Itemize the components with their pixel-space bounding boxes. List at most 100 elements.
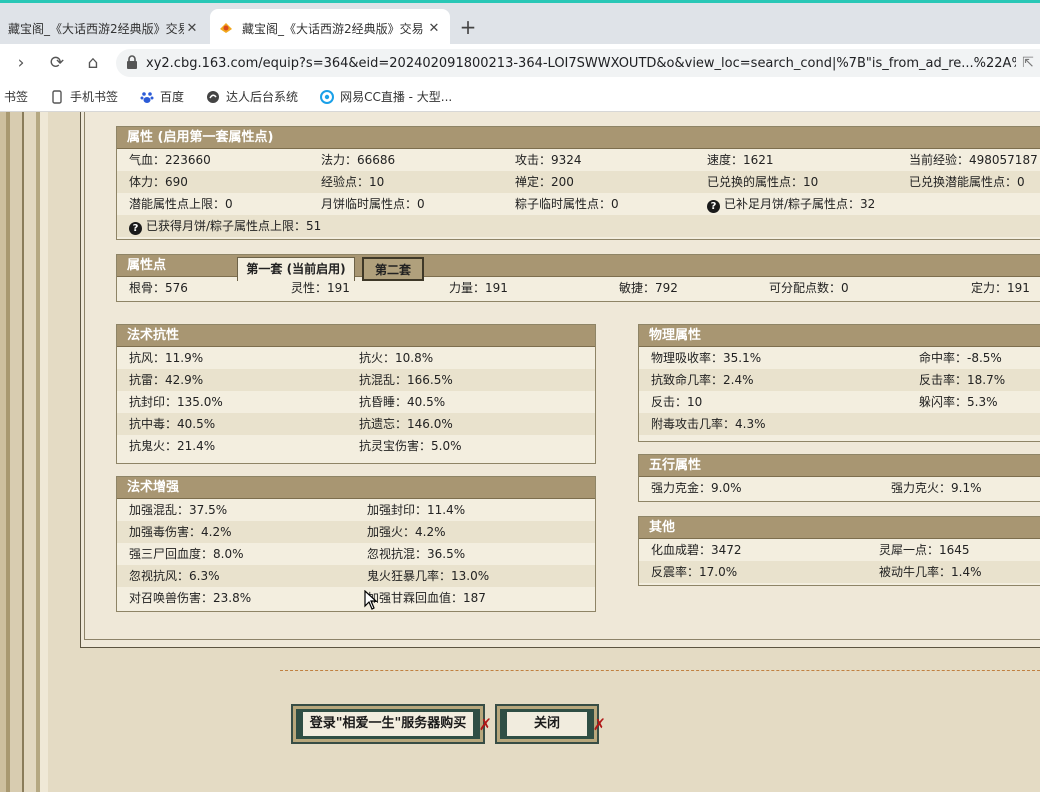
new-tab-button[interactable]: + [456,15,480,39]
attr-value: 已兑换的属性点：10 [707,175,819,189]
attributes-panel: 属性 (启用第一套属性点) 气血：223660 法力：66686 攻击：9324… [116,126,1040,240]
resist-row: 抗中毒：40.5% 抗遗忘：146.0% [117,413,595,435]
enhance-value: 加强毒伤害：4.2% [129,525,232,539]
resist-row: 抗封印：135.0% 抗昏睡：40.5% [117,391,595,413]
browser-tab-2[interactable]: 藏宝阁_《大话西游2经典版》交易 ✕ [210,9,450,47]
resist-value: 抗风：11.9% [129,351,204,365]
url-text: xy2.cbg.163.com/equip?s=364&eid=20240209… [146,55,1016,71]
close-label: 关闭 [507,712,587,736]
resist-row: 抗鬼火：21.4% 抗灵宝伤害：5.0% [117,435,595,457]
resist-row: 抗雷：42.9% 抗混乱：166.5% [117,369,595,391]
bookmark-item[interactable]: 网易CC直播 - 大型... [320,88,452,105]
resist-value: 抗雷：42.9% [129,373,204,387]
other-row: 化血成碧：3472 灵犀一点：1645 [639,539,1040,561]
physical-row: 物理吸收率：35.1% 命中率：-8.5% [639,347,1040,369]
forward-icon[interactable]: › [10,52,32,74]
resist-value: 抗遗忘：146.0% [359,417,453,431]
attributes-row: 气血：223660 法力：66686 攻击：9324 速度：1621 当前经验：… [117,149,1040,171]
attributes-row: 体力：690 经验点：10 禅定：200 已兑换的属性点：10 已兑换潜能属性点… [117,171,1040,193]
point-value: 力量：191 [449,281,508,295]
point-value: 定力：191 [971,281,1030,295]
attr-value: 速度：1621 [707,153,774,167]
bookmark-label: 达人后台系统 [226,90,299,104]
spell-resist-title: 法术抗性 [117,325,595,347]
resist-value: 抗中毒：40.5% [129,417,216,431]
bookmark-item[interactable]: 达人后台系统 [206,88,298,105]
enhance-value: 忽视抗风：6.3% [129,569,220,583]
attribute-points-title: 属性点 [127,258,167,273]
enhance-row: 加强混乱：37.5% 加强封印：11.4% [117,499,595,521]
bookmark-label: 网易CC直播 - 大型... [340,90,453,104]
close-tab-icon[interactable]: ✕ [184,21,200,36]
other-panel: 其他 化血成碧：3472 灵犀一点：1645 反震率：17.0% 被动牛几率：1.4… [638,516,1040,586]
edge-icon [206,90,220,104]
physical-value: 命中率：-8.5% [919,351,1002,365]
point-value: 根骨：576 [129,281,188,295]
other-value: 反震率：17.0% [651,565,738,579]
attr-value: 禅定：200 [515,175,574,189]
close-tab-icon[interactable]: ✕ [426,21,442,36]
physical-value: 附毒攻击几率：4.3% [651,417,766,431]
enhance-value: 加强混乱：37.5% [129,503,228,517]
bookmark-item[interactable]: 手机书签 [50,88,118,105]
cbg-favicon-icon [218,20,234,36]
close-button[interactable]: 关闭 ✗ [495,704,606,744]
attr-value: 已兑换潜能属性点：0 [909,175,1025,189]
attr-value: 气血：223660 [129,153,211,167]
enhance-value: 加强甘霖回血值：187 [367,591,486,605]
tab-title: 藏宝阁_《大话西游2经典版》交易 [8,21,184,36]
physical-value: 躲闪率：5.3% [919,395,998,409]
point-value: 灵性：191 [291,281,350,295]
knot-ornament-icon: ✗ [592,715,606,734]
physical-row: 抗致命几率：2.4% 反击率：18.7% [639,369,1040,391]
bookmark-label: 书签 [4,90,29,104]
attribute-points-row: 根骨：576 灵性：191 力量：191 敏捷：792 可分配点数：0 定力：1… [117,277,1040,299]
reload-icon[interactable]: ⟳ [46,52,68,74]
attributes-title: 属性 (启用第一套属性点) [117,127,1040,149]
point-value: 可分配点数：0 [769,281,849,295]
address-bar[interactable]: xy2.cbg.163.com/equip?s=364&eid=20240209… [116,49,1040,77]
enhance-row: 强三尸回血度：8.0% 忽视抗混：36.5% [117,543,595,565]
attr-value: 攻击：9324 [515,153,582,167]
enhance-row: 忽视抗风：6.3% 鬼火狂暴几率：13.0% [117,565,595,587]
five-elements-row: 强力克金：9.0% 强力克火：9.1% [639,477,1040,499]
home-icon[interactable]: ⌂ [82,52,104,74]
resist-value: 抗灵宝伤害：5.0% [359,439,462,453]
resist-value: 抗昏睡：40.5% [359,395,446,409]
help-icon[interactable]: ? [129,222,142,235]
browser-toolbar: › ⟳ ⌂ xy2.cbg.163.com/equip?s=364&eid=20… [0,44,1040,82]
attributes-row: 潜能属性点上限：0 月饼临时属性点：0 粽子临时属性点：0 ? 已补足月饼/粽子属… [117,193,1040,215]
tab-title: 藏宝阁_《大话西游2经典版》交易 [242,21,424,36]
enhance-value: 鬼火狂暴几率：13.0% [367,569,490,583]
spell-enhance-title: 法术增强 [117,477,595,499]
resist-value: 抗火：10.8% [359,351,434,365]
lock-icon [126,54,138,72]
resist-value: 抗混乱：166.5% [359,373,453,387]
attr-value: 粽子临时属性点：0 [515,197,619,211]
physical-title: 物理属性 [639,325,1040,347]
cc-live-icon [320,89,335,104]
bookmark-item[interactable]: 百度 [140,88,184,105]
physical-row: 反击：10 躲闪率：5.3% [639,391,1040,413]
enhance-value: 强三尸回血度：8.0% [129,547,244,561]
enhance-value: 忽视抗混：36.5% [367,547,466,561]
attr-value: ? 已获得月饼/粽子属性点上限：51 [129,215,321,237]
other-title: 其他 [639,517,1040,539]
share-icon[interactable]: ⇱ [1016,55,1040,71]
folder-icon [50,89,64,104]
login-purchase-label: 登录"相爱一生"服务器购买 [303,712,473,736]
attr-value: 法力：66686 [321,153,396,167]
physical-panel: 物理属性 物理吸收率：35.1% 命中率：-8.5% 抗致命几率：2.4% 反击率：… [638,324,1040,442]
help-icon[interactable]: ? [707,200,720,213]
knot-ornament-icon: ✗ [478,715,492,734]
login-purchase-button[interactable]: 登录"相爱一生"服务器购买 ✗ [291,704,492,744]
browser-tab-1[interactable]: 藏宝阁_《大话西游2经典版》交易 ✕ [0,9,208,47]
enhance-value: 对召唤兽伤害：23.8% [129,591,252,605]
attr-value: 体力：690 [129,175,188,189]
baidu-paw-icon [140,90,154,104]
spell-enhance-panel: 法术增强 加强混乱：37.5% 加强封印：11.4% 加强毒伤害：4.2% 加强火：… [116,476,596,612]
resist-value: 抗封印：135.0% [129,395,223,409]
page-content: 属性 (启用第一套属性点) 气血：223660 法力：66686 攻击：9324… [0,112,1040,792]
physical-value: 反击：10 [651,395,703,409]
bookmark-item[interactable]: 书签 [4,88,28,105]
